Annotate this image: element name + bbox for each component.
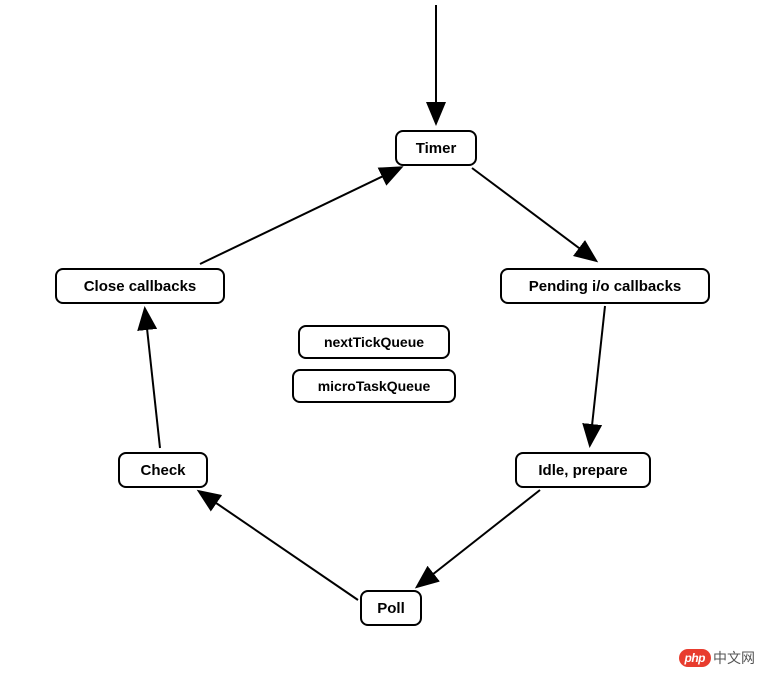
node-timer-label: Timer (416, 140, 457, 157)
node-close-callbacks: Close callbacks (55, 268, 225, 304)
diagram-canvas: Timer Pending i/o callbacks Idle, prepar… (0, 0, 763, 676)
arrow-idle-poll (418, 490, 540, 586)
node-nexttick-label: nextTickQueue (324, 334, 424, 350)
watermark-text: 中文网 (713, 648, 755, 668)
node-poll: Poll (360, 590, 422, 626)
node-check-label: Check (140, 462, 185, 479)
node-pending-io-callbacks: Pending i/o callbacks (500, 268, 710, 304)
node-poll-label: Poll (377, 600, 405, 617)
node-check: Check (118, 452, 208, 488)
node-pending-label: Pending i/o callbacks (529, 278, 682, 295)
arrow-timer-pending (472, 168, 595, 260)
arrow-poll-check (200, 492, 358, 600)
node-timer: Timer (395, 130, 477, 166)
arrow-check-close (145, 310, 160, 448)
node-microtask-label: microTaskQueue (318, 378, 431, 394)
node-idle-prepare: Idle, prepare (515, 452, 651, 488)
node-idle-label: Idle, prepare (538, 462, 627, 479)
arrow-pending-idle (590, 306, 605, 444)
node-microtaskqueue: microTaskQueue (292, 369, 456, 403)
node-close-label: Close callbacks (84, 278, 197, 295)
watermark: php 中文网 (679, 648, 756, 668)
node-nexttickqueue: nextTickQueue (298, 325, 450, 359)
php-logo-icon: php (679, 649, 712, 667)
arrow-close-timer (200, 168, 400, 264)
